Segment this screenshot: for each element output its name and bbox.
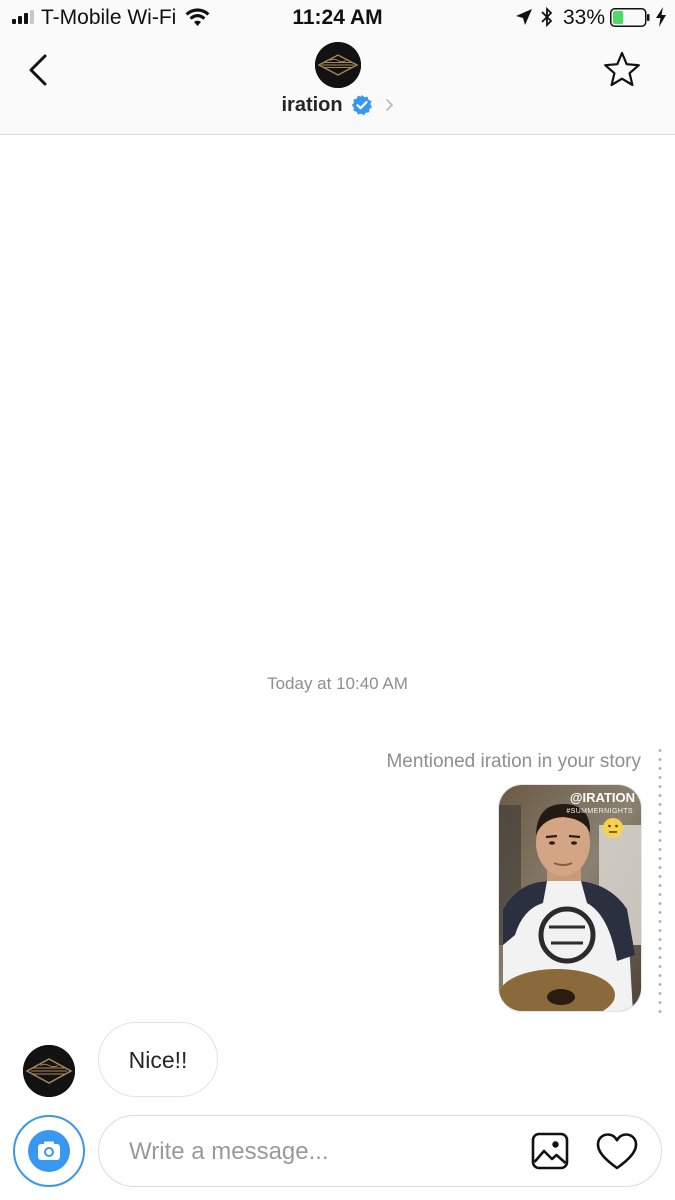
story-mention-note: Mentioned iration in your story xyxy=(386,751,641,772)
thread-timestamp: Today at 10:40 AM xyxy=(267,674,408,693)
story-thumbnail[interactable]: @IRATION #SUMMERNIGHTS xyxy=(498,784,642,1012)
incoming-message-bubble[interactable]: Nice!! xyxy=(98,1022,218,1097)
iration-logo xyxy=(315,42,361,88)
story-sticker-hashtag: #SUMMERNIGHTS xyxy=(566,808,633,815)
heart-icon[interactable] xyxy=(596,1132,638,1172)
message-composer xyxy=(98,1115,662,1187)
username[interactable]: iration xyxy=(281,92,342,118)
story-sticker-tag: @IRATION xyxy=(569,790,635,805)
battery-percent: 33% xyxy=(563,6,606,29)
camera-button[interactable] xyxy=(13,1115,85,1187)
sender-avatar[interactable] xyxy=(23,1045,75,1097)
header-title-row[interactable]: iration xyxy=(0,92,675,118)
bluetooth-icon xyxy=(541,6,553,28)
charging-bolt-icon xyxy=(656,7,666,27)
emoji-sticker-icon xyxy=(603,818,623,838)
back-chevron-icon[interactable] xyxy=(20,50,60,90)
message-text: Nice!! xyxy=(128,1047,188,1073)
location-arrow-icon xyxy=(516,9,532,25)
reply-thread-dots xyxy=(658,746,662,1014)
iration-logo xyxy=(23,1045,75,1097)
star-icon[interactable] xyxy=(602,50,642,90)
chevron-right-icon xyxy=(385,99,393,111)
camera-button-circle xyxy=(28,1130,70,1172)
thread-header: iration xyxy=(0,36,675,135)
battery-icon xyxy=(610,8,650,27)
message-input[interactable] xyxy=(129,1136,509,1168)
header-avatar[interactable] xyxy=(315,42,361,88)
gallery-icon[interactable] xyxy=(531,1132,569,1170)
verified-badge-icon xyxy=(351,95,373,116)
status-bar: T-Mobile Wi-Fi 11:24 AM 33% xyxy=(0,0,675,36)
camera-icon xyxy=(38,1141,60,1160)
